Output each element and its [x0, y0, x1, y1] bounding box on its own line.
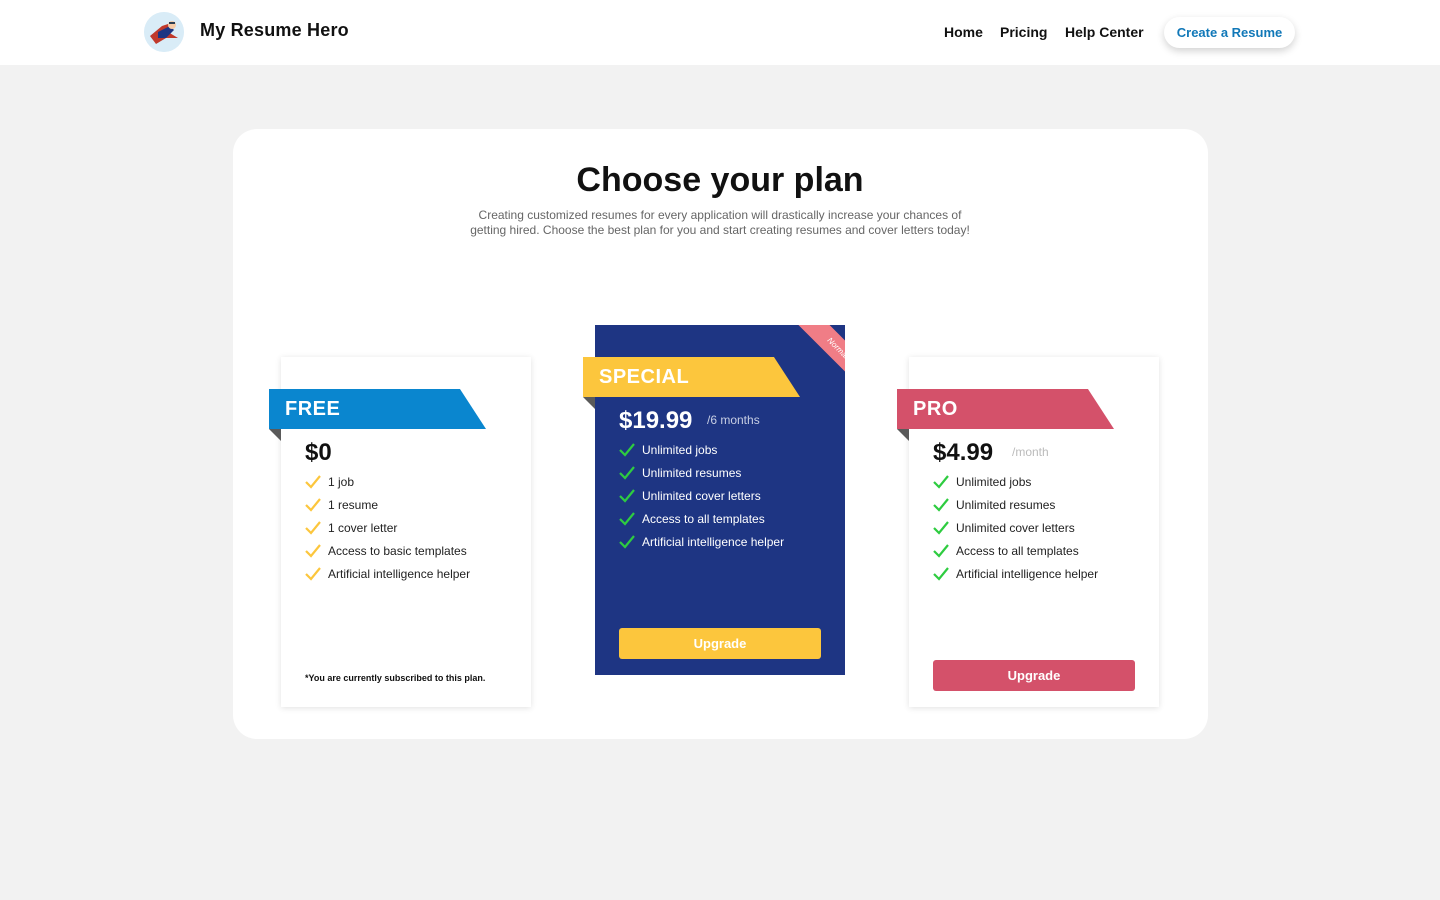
- checkmark-icon: [305, 566, 321, 581]
- checkmark-icon: [619, 442, 635, 457]
- checkmark-icon: [305, 474, 321, 489]
- upgrade-pro-button[interactable]: Upgrade: [933, 660, 1135, 691]
- top-navigation-bar: My Resume Hero Home Pricing Help Center …: [0, 0, 1440, 65]
- plan-price-special: $19.99: [619, 407, 693, 434]
- checkmark-icon: [619, 511, 635, 526]
- nav-pricing-link[interactable]: Pricing: [1000, 24, 1047, 40]
- current-plan-note: *You are currently subscribed to this pl…: [305, 673, 486, 683]
- list-item: Access to all templates: [933, 539, 1098, 562]
- feature-label: Unlimited resumes: [642, 465, 742, 480]
- feature-label: Artificial intelligence helper: [328, 566, 471, 581]
- page-title: Choose your plan: [576, 161, 864, 199]
- feature-label: Access to all templates: [956, 543, 1079, 558]
- plan-ribbon-special: SPECIAL: [583, 357, 800, 397]
- checkmark-icon: [933, 497, 949, 512]
- feature-list-special: Unlimited jobs Unlimited resumes Unlimit…: [619, 438, 784, 553]
- feature-list-free: 1 job 1 resume 1 cover letter Access to …: [305, 470, 470, 585]
- feature-label: Unlimited jobs: [956, 474, 1032, 489]
- list-item: Artificial intelligence helper: [933, 562, 1098, 585]
- plan-period-pro: /month: [1012, 445, 1049, 459]
- feature-label: Unlimited resumes: [956, 497, 1056, 512]
- feature-label: Unlimited cover letters: [642, 488, 761, 503]
- plan-ribbon-pro: PRO: [897, 389, 1114, 429]
- list-item: 1 resume: [305, 493, 470, 516]
- upgrade-special-button[interactable]: Upgrade: [619, 628, 821, 659]
- list-item: Unlimited resumes: [933, 493, 1098, 516]
- page-subtitle: Creating customized resumes for every ap…: [470, 208, 970, 237]
- feature-label: Unlimited cover letters: [956, 520, 1075, 535]
- checkmark-icon: [305, 543, 321, 558]
- checkmark-icon: [619, 534, 635, 549]
- list-item: Access to all templates: [619, 507, 784, 530]
- list-item: Unlimited resumes: [619, 461, 784, 484]
- checkmark-icon: [933, 566, 949, 581]
- checkmark-icon: [933, 474, 949, 489]
- feature-label: Access to all templates: [642, 511, 765, 526]
- checkmark-icon: [619, 465, 635, 480]
- feature-label: 1 resume: [328, 497, 379, 512]
- feature-label: 1 job: [328, 474, 355, 489]
- list-item: Unlimited cover letters: [933, 516, 1098, 539]
- feature-label: Access to basic templates: [328, 543, 467, 558]
- list-item: 1 cover letter: [305, 516, 470, 539]
- plan-price-pro: $4.99: [933, 439, 994, 466]
- list-item: Unlimited cover letters: [619, 484, 784, 507]
- feature-label: Artificial intelligence helper: [956, 566, 1099, 581]
- list-item: Unlimited jobs: [619, 438, 784, 461]
- checkmark-icon: [305, 520, 321, 535]
- nav-home-link[interactable]: Home: [944, 24, 983, 40]
- feature-list-pro: Unlimited jobs Unlimited resumes Unlimit…: [933, 470, 1098, 585]
- feature-label: Artificial intelligence helper: [642, 534, 785, 549]
- list-item: Artificial intelligence helper: [619, 530, 784, 553]
- checkmark-icon: [933, 520, 949, 535]
- create-resume-button[interactable]: Create a Resume: [1164, 17, 1295, 48]
- checkmark-icon: [619, 488, 635, 503]
- nav-help-center-link[interactable]: Help Center: [1065, 24, 1144, 40]
- list-item: Unlimited jobs: [933, 470, 1098, 493]
- feature-label: Unlimited jobs: [642, 442, 718, 457]
- checkmark-icon: [933, 543, 949, 558]
- plan-ribbon-free: FREE: [269, 389, 486, 429]
- plan-period-special: /6 months: [707, 413, 760, 427]
- checkmark-icon: [305, 497, 321, 512]
- superhero-logo-icon[interactable]: [144, 12, 184, 52]
- plan-price-free: $0: [305, 439, 332, 466]
- feature-label: 1 cover letter: [328, 520, 398, 535]
- brand-name[interactable]: My Resume Hero: [200, 20, 349, 41]
- list-item: Access to basic templates: [305, 539, 470, 562]
- list-item: 1 job: [305, 470, 470, 493]
- list-item: Artificial intelligence helper: [305, 562, 470, 585]
